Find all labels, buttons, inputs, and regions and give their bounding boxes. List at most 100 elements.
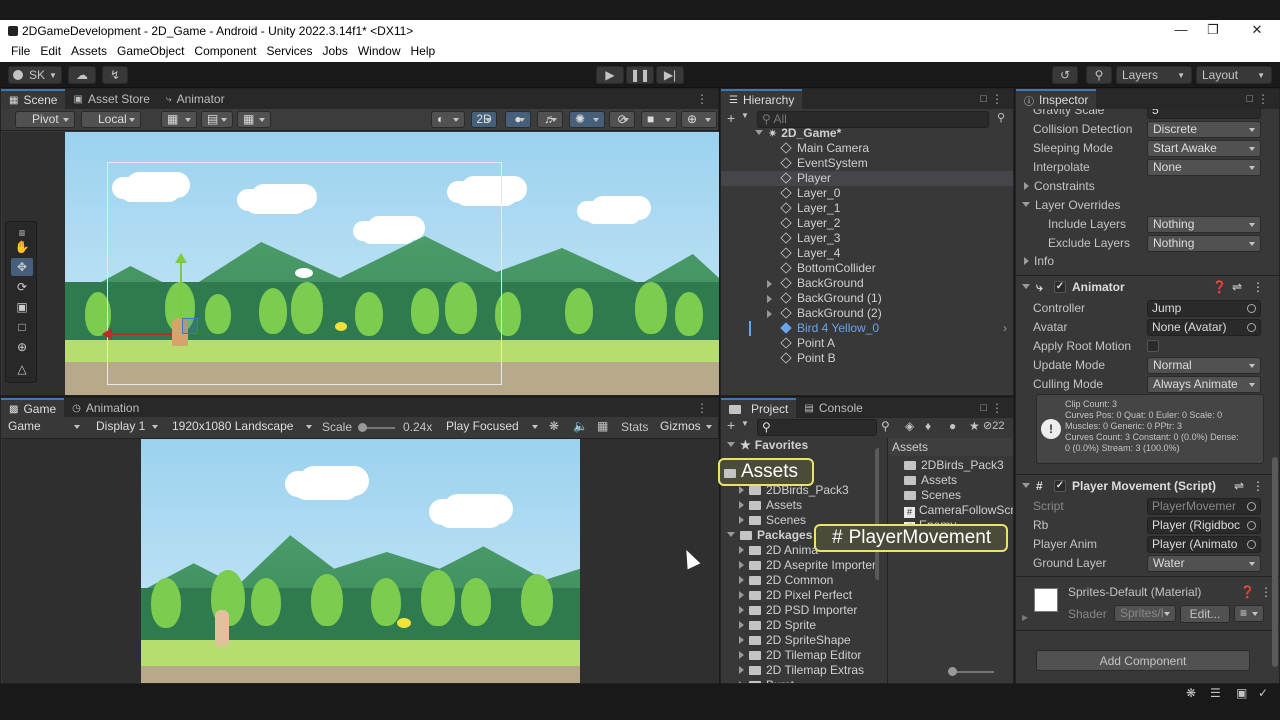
resolution-dropdown[interactable]: 1920x1080 Landscape xyxy=(167,419,317,436)
assets-breadcrumb[interactable]: Assets xyxy=(888,438,1013,456)
hierarchy-item[interactable]: EventSystem xyxy=(721,156,1013,171)
help-icon[interactable]: ❓ xyxy=(1240,585,1255,599)
object-field[interactable]: PlayerMovemer xyxy=(1147,498,1261,515)
component-menu-icon[interactable]: ⋮ xyxy=(1252,475,1264,497)
material-preview[interactable] xyxy=(1034,588,1058,612)
layers-dropdown[interactable]: Layers ▼ xyxy=(1116,66,1192,84)
star-icon[interactable]: ★ xyxy=(969,419,980,433)
hierarchy-item[interactable]: Layer_4 xyxy=(721,246,1013,261)
gizmos-dropdown[interactable]: ⊕ xyxy=(681,111,717,128)
expand-icon[interactable] xyxy=(755,130,763,135)
tab-console[interactable]: ▤ Console xyxy=(796,398,870,418)
include-layers-dropdown[interactable]: Nothing xyxy=(1147,216,1261,233)
expand-icon[interactable] xyxy=(739,681,744,683)
hidden-packages-count[interactable]: ⊘22 xyxy=(983,419,1004,432)
more-menu-icon[interactable]: ⋮ xyxy=(696,92,708,106)
shader-dropdown[interactable]: Sprites/I xyxy=(1114,605,1176,622)
pivot-dropdown[interactable]: Pivot xyxy=(15,111,75,128)
step-button[interactable]: ▶| xyxy=(656,66,684,84)
hierarchy-item[interactable]: Layer_0 xyxy=(721,186,1013,201)
project-tree-item[interactable]: 2D Tilemap Extras xyxy=(721,663,879,678)
object-picker-icon[interactable] xyxy=(1247,323,1256,332)
object-picker-icon[interactable] xyxy=(1247,502,1256,511)
project-tree-item[interactable]: Burst xyxy=(721,678,879,683)
increment-snap-dropdown[interactable]: ▤ xyxy=(201,111,233,128)
scale-slider[interactable] xyxy=(358,423,395,432)
hierarchy-item[interactable]: Layer_2 xyxy=(721,216,1013,231)
more-menu-icon[interactable]: ⋮ xyxy=(991,401,1003,415)
icon-size-slider-thumb[interactable] xyxy=(948,667,957,676)
local-dropdown[interactable]: Local xyxy=(81,111,141,128)
hierarchy-item[interactable]: BackGround xyxy=(721,276,1013,291)
rect-tool-icon[interactable]: □ xyxy=(11,318,33,336)
undo-history-button[interactable]: ↺ xyxy=(1052,66,1078,84)
field-dropdown[interactable]: None xyxy=(1147,159,1261,176)
tag-icon[interactable]: ♦ xyxy=(925,419,931,433)
tab-hierarchy[interactable]: ☰ Hierarchy xyxy=(721,89,803,109)
preset-icon[interactable]: ⇌ xyxy=(1232,475,1245,497)
scene-visibility-toggle[interactable]: ⊘ xyxy=(609,111,635,128)
tab-inspector[interactable]: ⓘ Inspector xyxy=(1016,89,1097,109)
x-arrow-icon[interactable] xyxy=(102,328,112,340)
grid-snap-dropdown[interactable]: ▦ xyxy=(161,111,197,128)
y-arrow-icon[interactable] xyxy=(175,253,187,263)
keyboard-icon[interactable]: ▦ xyxy=(597,419,608,433)
object-picker-icon[interactable] xyxy=(1247,304,1256,313)
expand-icon[interactable] xyxy=(739,501,744,509)
project-tree-item[interactable]: 2D Tilemap Editor xyxy=(721,648,879,663)
menu-component[interactable]: Component xyxy=(189,42,261,62)
version-control-button[interactable]: ↯ xyxy=(102,66,128,84)
audio-toggle[interactable]: ♬ xyxy=(537,111,563,128)
menu-gameobject[interactable]: GameObject xyxy=(112,42,189,62)
tab-asset-store[interactable]: ▣ Asset Store xyxy=(65,89,157,109)
close-button[interactable]: ✕ xyxy=(1242,22,1272,40)
project-tree-item[interactable]: Assets xyxy=(721,498,879,513)
search-button[interactable]: ⚲ xyxy=(1086,66,1112,84)
expand-icon[interactable] xyxy=(767,280,772,288)
account-dropdown[interactable]: SK ▼ xyxy=(8,66,62,84)
stats-button[interactable]: Stats xyxy=(621,420,648,434)
project-tree-item[interactable]: 2D Pixel Perfect xyxy=(721,588,879,603)
inspector-scrollbar[interactable] xyxy=(1272,457,1278,667)
expand-icon[interactable] xyxy=(739,651,744,659)
transform-tool-icon[interactable]: ⊕ xyxy=(11,338,33,356)
field-dropdown[interactable]: Start Awake xyxy=(1147,140,1261,157)
hierarchy-item[interactable]: BackGround (2) xyxy=(721,306,1013,321)
expand-icon[interactable] xyxy=(739,666,744,674)
play-mode-dropdown[interactable]: Play Focused xyxy=(441,419,543,436)
bug-icon[interactable]: ❋ xyxy=(549,419,559,433)
info-row[interactable]: Info xyxy=(1016,252,1279,271)
player-movement-header[interactable]: # ✓ Player Movement (Script) ⇌ ⋮ xyxy=(1016,474,1279,497)
search-filter-icon[interactable]: ⚲ xyxy=(997,111,1005,124)
effects-dropdown[interactable]: ✺ xyxy=(569,111,605,128)
move-gizmo-plane[interactable] xyxy=(182,318,198,334)
expand-icon[interactable] xyxy=(739,561,744,569)
component-menu-icon[interactable]: ⋮ xyxy=(1252,276,1264,298)
lock-icon[interactable]: □ xyxy=(980,93,987,105)
progress-icon[interactable]: ▣ xyxy=(1236,686,1247,700)
menu-window[interactable]: Window xyxy=(353,42,406,62)
animator-component-header[interactable]: ⤷ ✓ Animator ❓ ⇌ ⋮ xyxy=(1016,275,1279,297)
game-viewport[interactable] xyxy=(2,439,719,683)
expand-icon[interactable] xyxy=(727,442,735,447)
animator-enabled-checkbox[interactable]: ✓ xyxy=(1054,281,1066,293)
project-tree-item[interactable]: 2D Sprite xyxy=(721,618,879,633)
hierarchy-item[interactable]: BottomCollider xyxy=(721,261,1013,276)
menu-services[interactable]: Services xyxy=(261,42,317,62)
tab-game[interactable]: ▩ Game xyxy=(1,398,65,418)
project-tree-item[interactable]: 2D Aseprite Importer xyxy=(721,558,879,573)
tab-project[interactable]: Project xyxy=(721,398,797,418)
pause-button[interactable]: ❚❚ xyxy=(626,66,654,84)
hierarchy-item[interactable]: Bird 4 Yellow_0 › xyxy=(721,321,1013,336)
minimize-button[interactable]: — xyxy=(1166,22,1196,40)
edit-shader-button[interactable]: Edit... xyxy=(1180,605,1230,623)
component-menu-icon[interactable]: ⋮ xyxy=(1260,585,1272,599)
camera-dropdown[interactable]: ■ xyxy=(641,111,677,128)
view-dropdown[interactable]: Game xyxy=(3,419,85,436)
expand-icon[interactable]: ▶ xyxy=(1022,613,1028,622)
custom-tool-icon[interactable]: △ xyxy=(11,360,33,378)
tab-scene[interactable]: ▦ Scene xyxy=(1,89,66,109)
expand-icon[interactable] xyxy=(1022,202,1030,207)
chevron-down-icon[interactable]: ▼ xyxy=(741,419,749,428)
display-dropdown[interactable]: Display 1 xyxy=(91,419,163,436)
